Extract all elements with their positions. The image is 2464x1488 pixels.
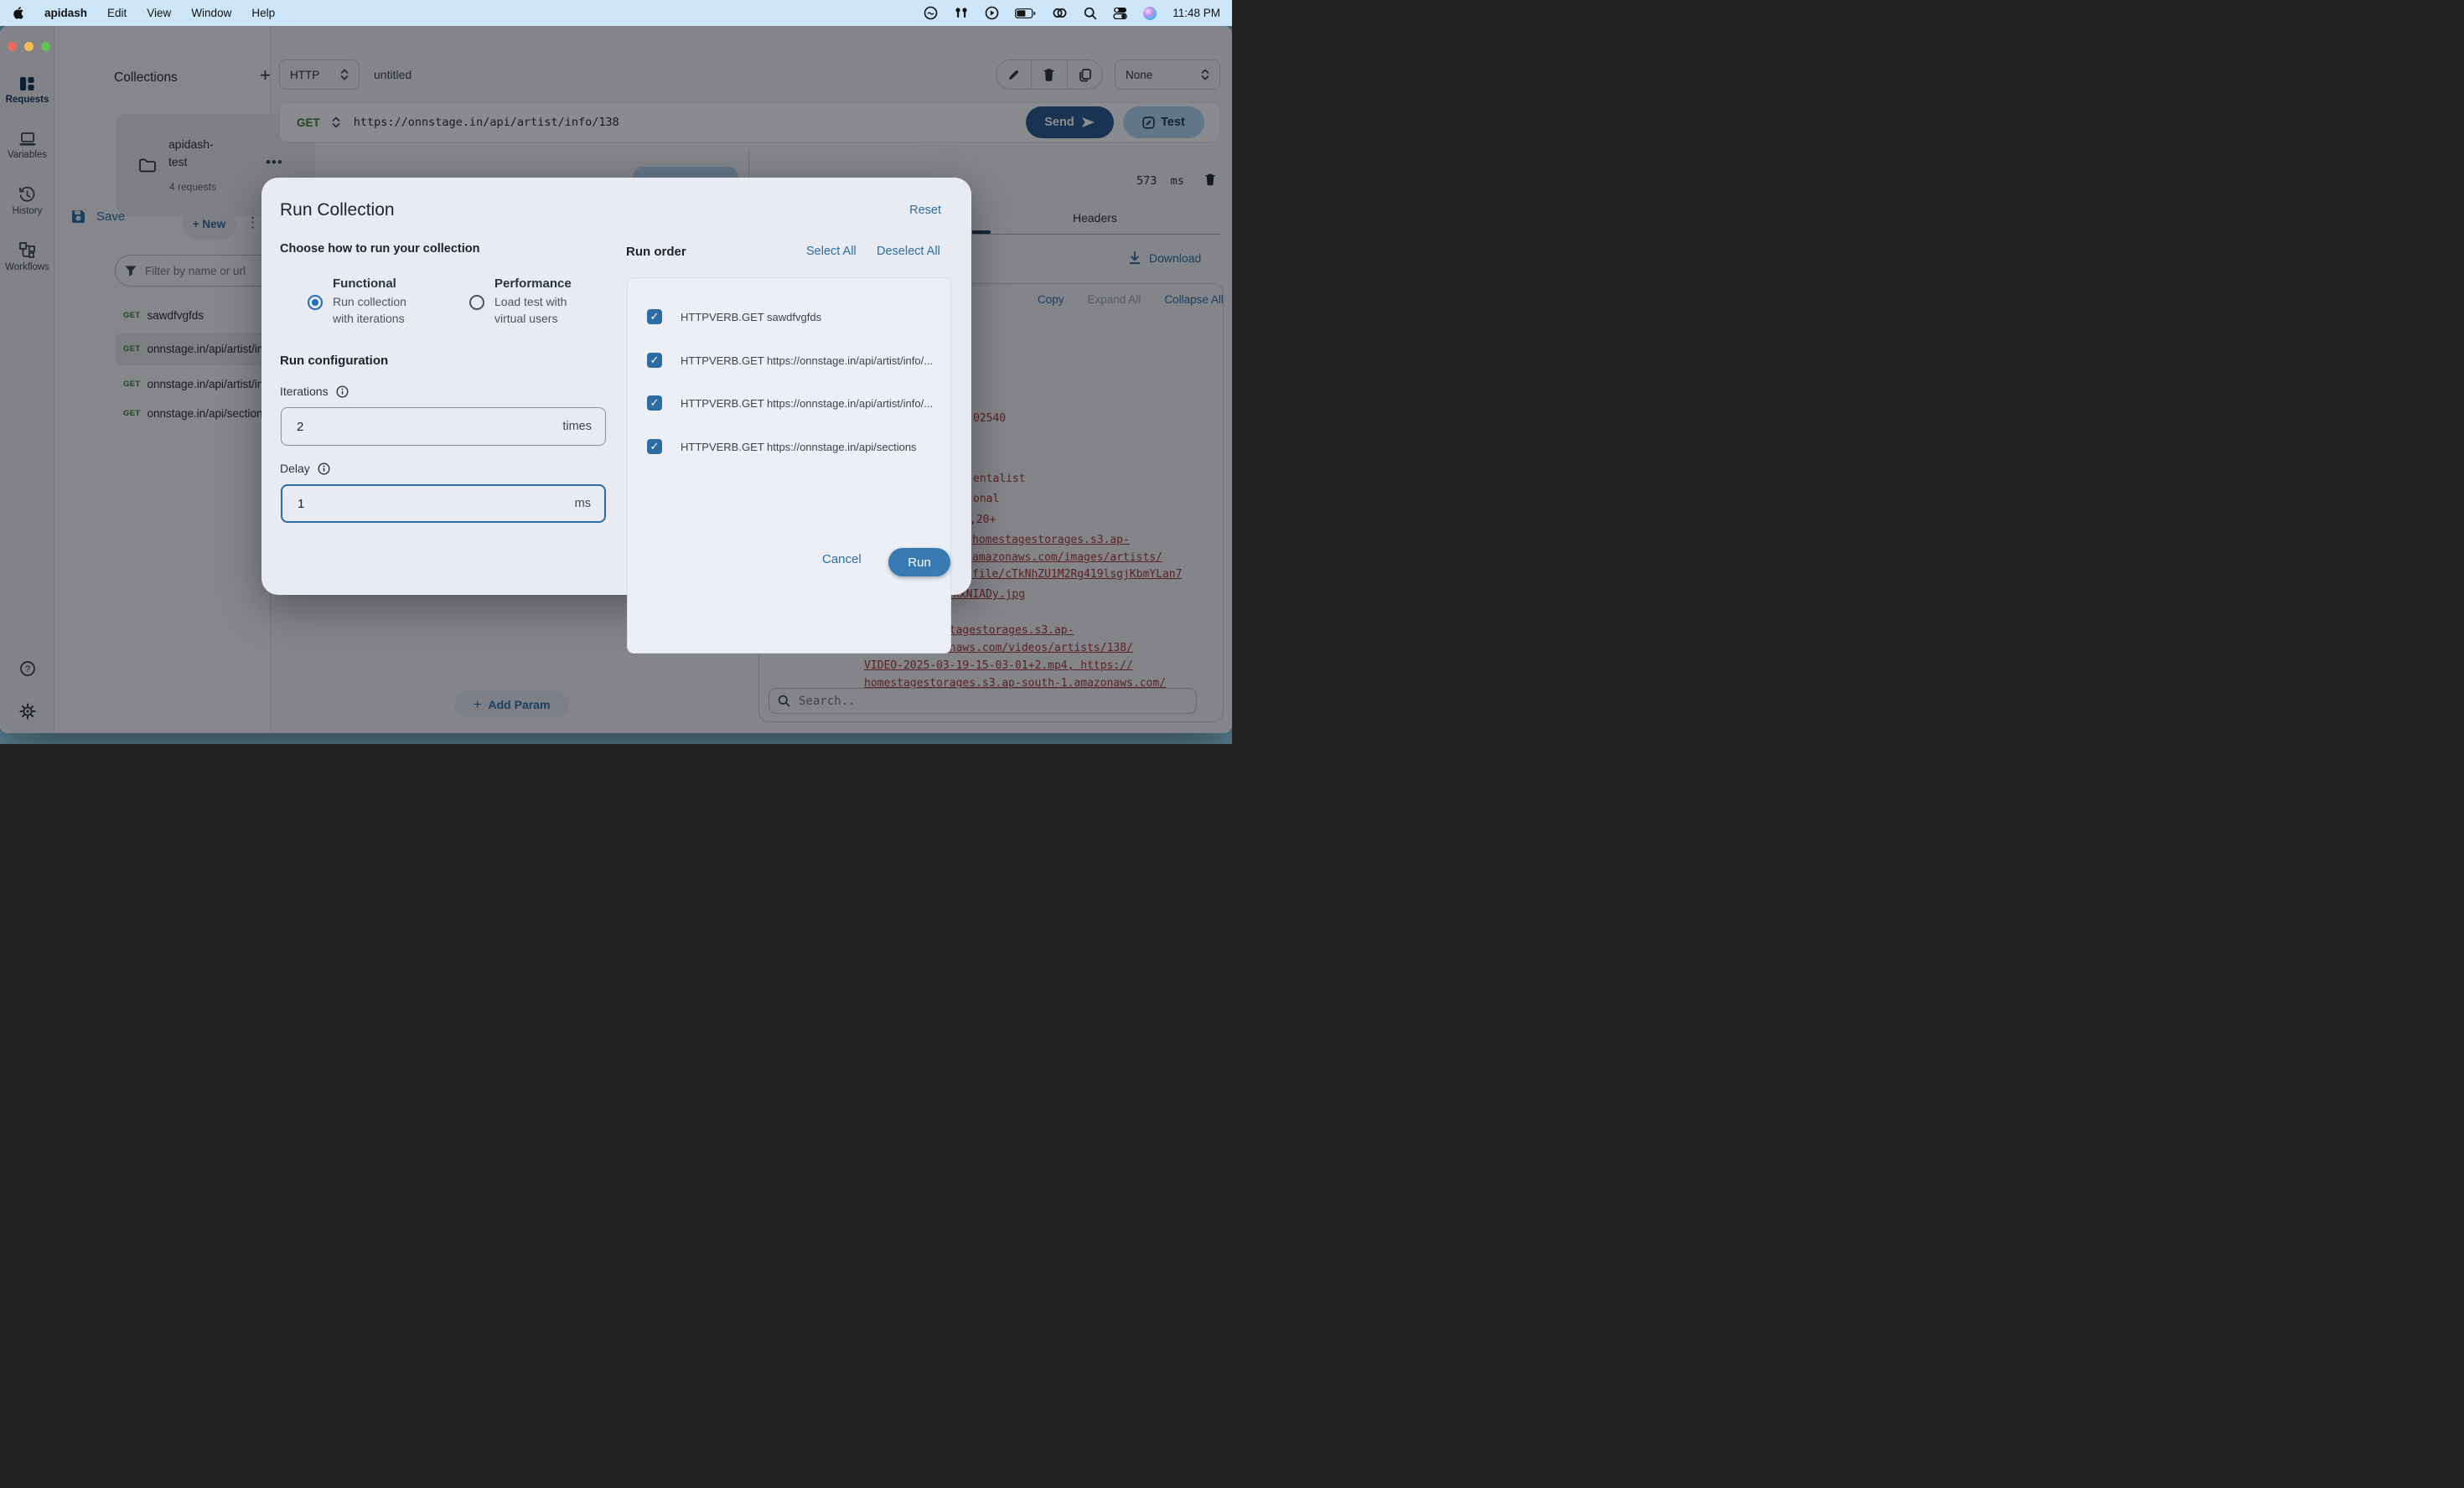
checkmark-icon: ✓ (650, 440, 660, 453)
run-button[interactable]: Run (888, 548, 950, 576)
run-order-item[interactable]: ✓ HTTPVERB.GET sawdfvgfds (647, 305, 821, 328)
dialog-subtitle: Choose how to run your collection (280, 242, 479, 256)
menu-app-name[interactable]: apidash (44, 7, 87, 19)
checkbox-checked[interactable]: ✓ (647, 353, 662, 368)
menu-help[interactable]: Help (251, 7, 275, 19)
cancel-button[interactable]: Cancel (822, 552, 862, 566)
window-zoom-button[interactable] (41, 42, 50, 51)
delay-suffix: ms (575, 497, 591, 510)
menu-bar-clock[interactable]: 11:48 PM (1172, 7, 1220, 19)
info-icon (336, 385, 349, 398)
deselect-all-button[interactable]: Deselect All (877, 245, 940, 258)
menu-view[interactable]: View (147, 7, 171, 19)
delay-label-row: Delay (280, 462, 330, 475)
apple-menu-icon[interactable] (12, 6, 24, 20)
desktop: apidash Edit View Window Help (0, 0, 1232, 744)
checkmark-icon: ✓ (650, 310, 660, 323)
airpods-icon[interactable] (954, 7, 969, 20)
siri-icon[interactable] (1143, 7, 1157, 20)
select-all-button[interactable]: Select All (806, 245, 857, 258)
checkbox-checked[interactable]: ✓ (647, 395, 662, 411)
checkbox-checked[interactable]: ✓ (647, 439, 662, 454)
delay-field[interactable]: ms (281, 484, 606, 523)
delay-input[interactable] (296, 496, 547, 512)
menu-window[interactable]: Window (191, 7, 231, 19)
run-order-title: Run order (626, 245, 686, 259)
info-icon (318, 462, 330, 475)
radio-unselected-icon[interactable] (469, 295, 484, 310)
run-order-item[interactable]: ✓ HTTPVERB.GET https://onnstage.in/api/a… (647, 391, 933, 415)
creative-cloud-icon[interactable] (924, 6, 938, 20)
apidash-window: Requests Variables History Workflows (0, 26, 1232, 733)
iterations-label-row: Iterations (280, 385, 349, 398)
hotspot-link-icon[interactable] (1052, 7, 1068, 19)
window-minimize-button[interactable] (24, 42, 34, 51)
run-order-item[interactable]: ✓ HTTPVERB.GET https://onnstage.in/api/a… (647, 349, 933, 372)
iterations-input[interactable] (295, 419, 546, 435)
checkbox-checked[interactable]: ✓ (647, 309, 662, 324)
dialog-title: Run Collection (280, 200, 395, 220)
control-center-icon[interactable] (1113, 7, 1127, 19)
play-status-icon[interactable] (985, 6, 999, 20)
run-collection-dialog: Run Collection Reset Choose how to run y… (261, 178, 971, 595)
option-performance[interactable]: Performance Load test with virtual users (469, 276, 582, 327)
spotlight-search-icon[interactable] (1084, 7, 1097, 20)
radio-selected-icon[interactable] (308, 295, 323, 310)
battery-icon[interactable] (1015, 8, 1036, 18)
reset-button[interactable]: Reset (909, 204, 941, 217)
menu-edit[interactable]: Edit (107, 7, 127, 19)
run-order-item[interactable]: ✓ HTTPVERB.GET https://onnstage.in/api/s… (647, 435, 917, 458)
macos-menu-bar: apidash Edit View Window Help (0, 0, 1232, 26)
run-configuration-title: Run configuration (280, 354, 388, 368)
iterations-suffix: times (562, 420, 592, 433)
option-functional[interactable]: Functional Run collection with iteration… (308, 276, 423, 327)
checkmark-icon: ✓ (650, 354, 660, 367)
run-order-list: ✓ HTTPVERB.GET sawdfvgfds ✓ HTTPVERB.GET… (627, 277, 951, 654)
checkmark-icon: ✓ (650, 396, 660, 410)
window-close-button[interactable] (8, 42, 17, 51)
iterations-field[interactable]: times (281, 407, 606, 446)
